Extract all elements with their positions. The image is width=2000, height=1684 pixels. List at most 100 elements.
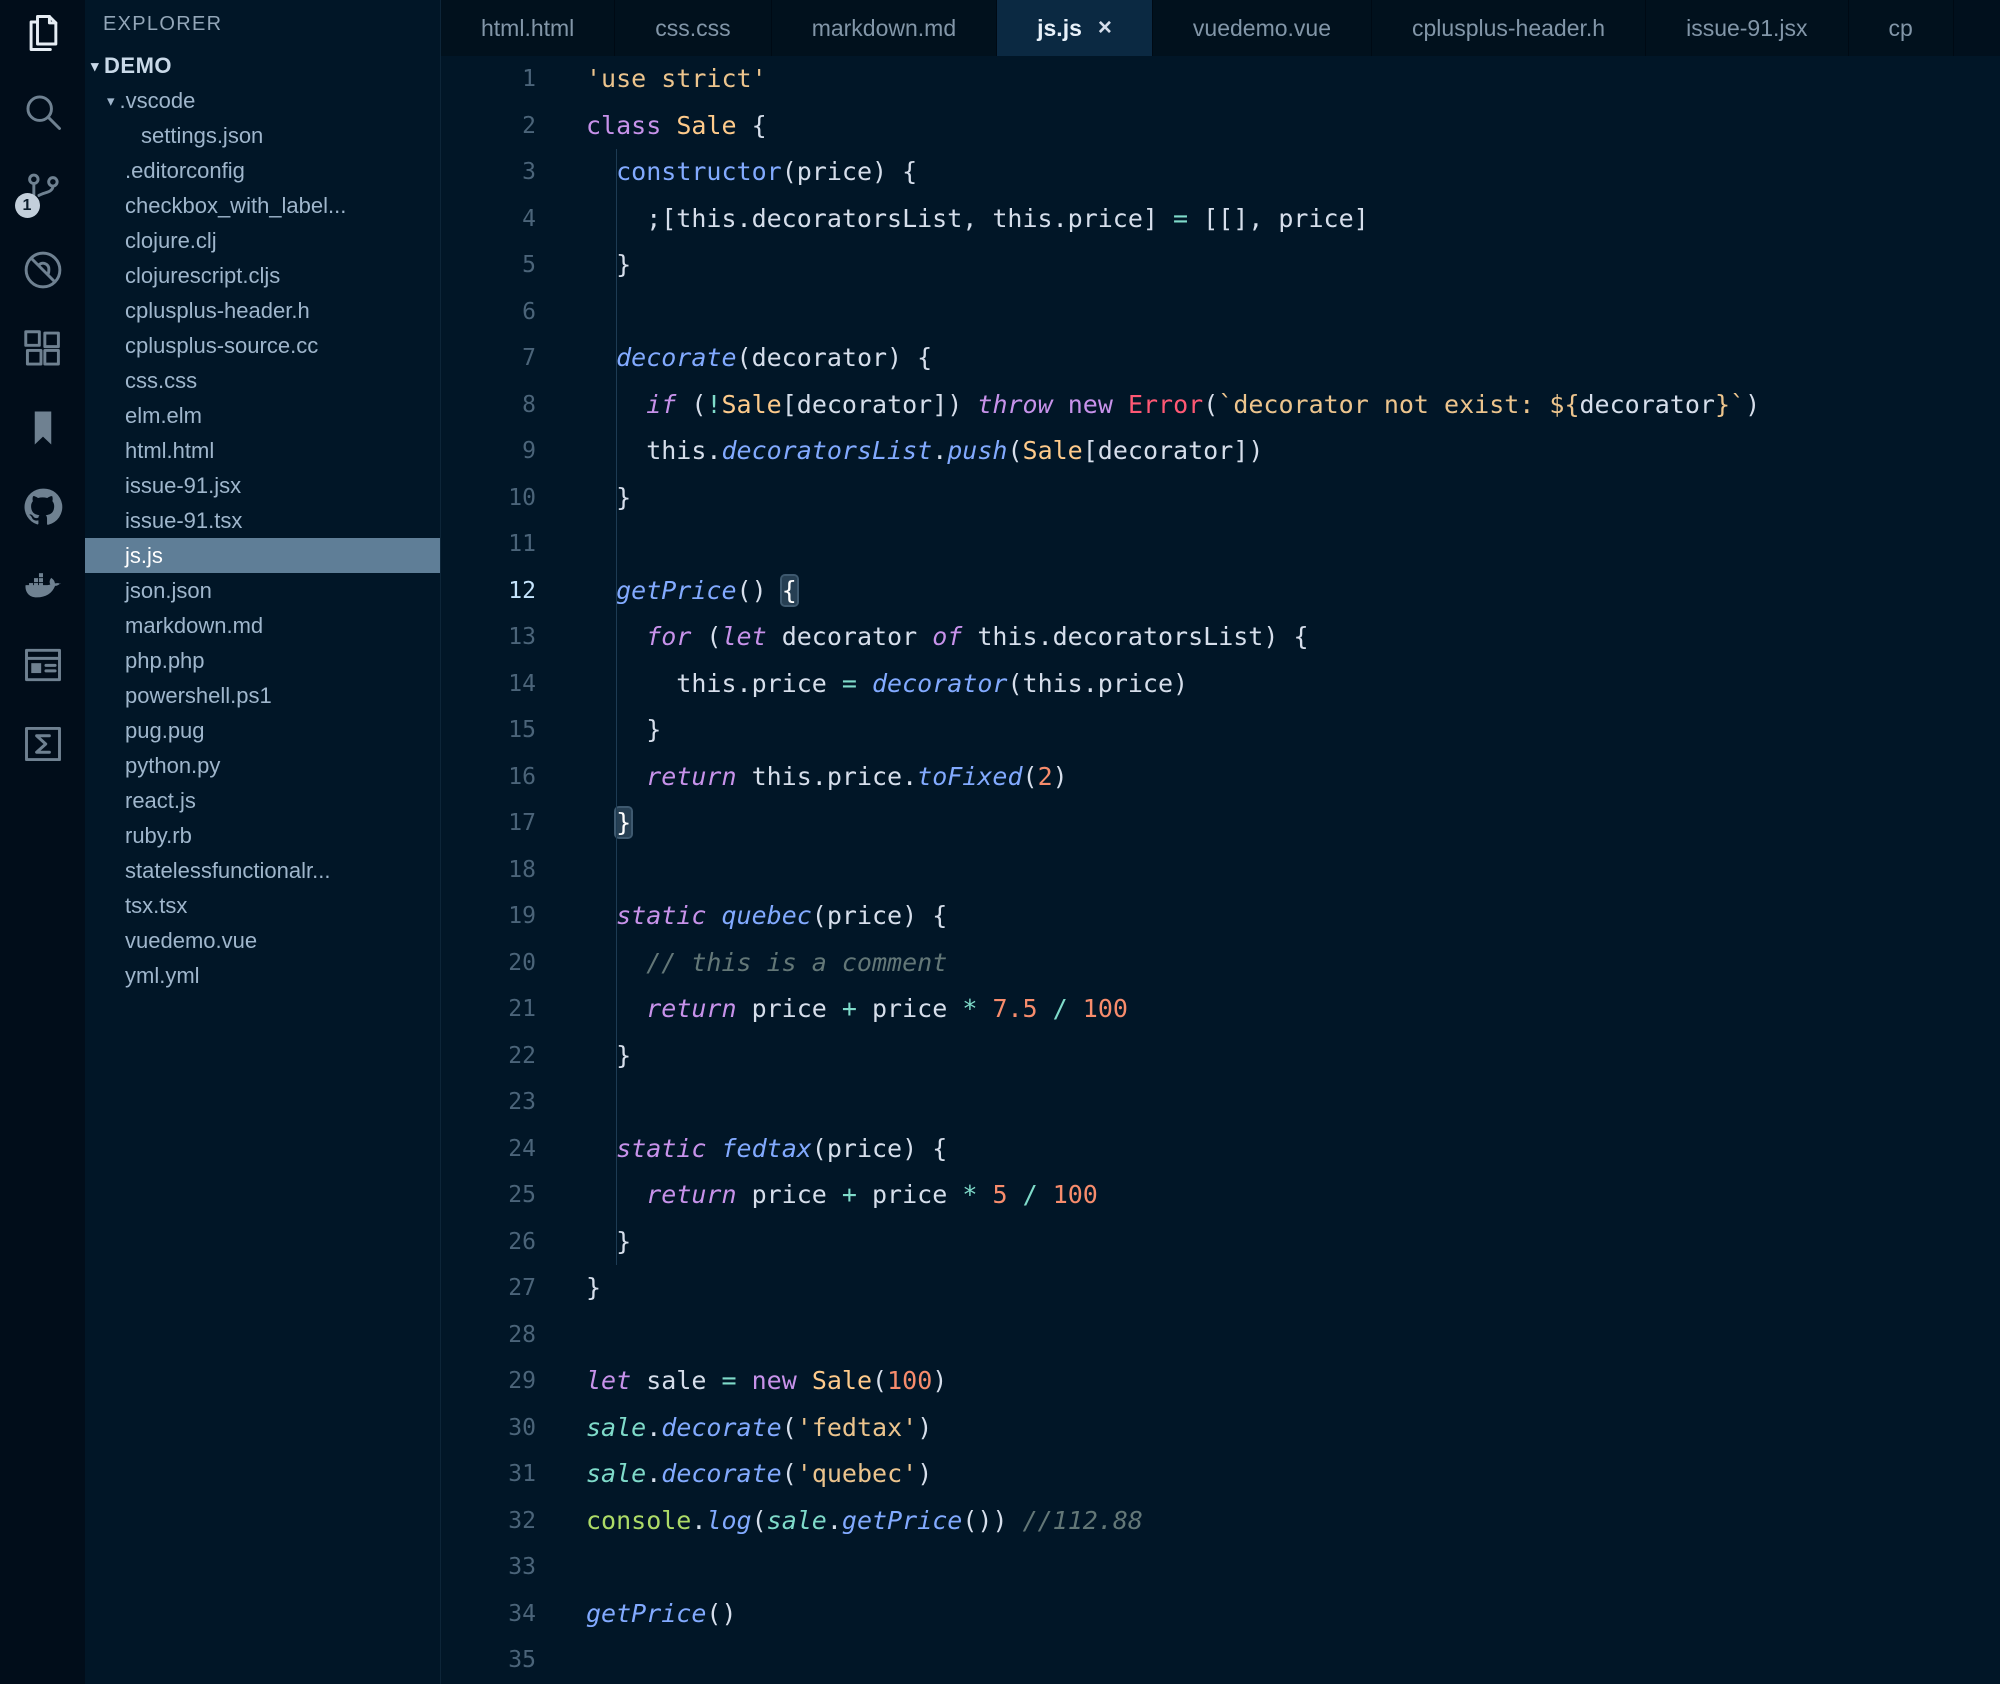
code-line-15[interactable]: 15 } — [441, 707, 2000, 754]
tree-file-statelessfunctionalr...[interactable]: statelessfunctionalr... — [85, 853, 440, 888]
tree-item-label: react.js — [125, 787, 196, 813]
indent-guide — [616, 149, 617, 1265]
code-line-23[interactable]: 23 — [441, 1079, 2000, 1126]
tree-file-ruby.rb[interactable]: ruby.rb — [85, 818, 440, 853]
code-line-24[interactable]: 24 static fedtax(price) { — [441, 1126, 2000, 1173]
code-line-2[interactable]: 2 class Sale { — [441, 103, 2000, 150]
tree-file-css.css[interactable]: css.css — [85, 363, 440, 398]
line-number: 31 — [508, 1461, 536, 1487]
tab-cp[interactable]: cp — [1848, 0, 1954, 56]
github-icon[interactable] — [20, 484, 66, 530]
code-line-4[interactable]: 4 ;[this.decoratorsList, this.price] = [… — [441, 196, 2000, 243]
tree-file-issue-91.jsx[interactable]: issue-91.jsx — [85, 468, 440, 503]
code-line-6[interactable]: 6 — [441, 289, 2000, 336]
tree-item-label: python.py — [125, 752, 221, 778]
code-line-7[interactable]: 7 decorate(decorator) { — [441, 335, 2000, 382]
code-line-content: return price + price * 5 / 100 — [646, 1180, 1098, 1209]
bookmarks-icon[interactable] — [20, 405, 66, 451]
tree-item-label: css.css — [125, 367, 198, 393]
line-number: 19 — [508, 903, 536, 929]
tab-markdown.md[interactable]: markdown.md — [771, 0, 998, 56]
code-line-28[interactable]: 28 — [441, 1312, 2000, 1359]
code-line-5[interactable]: 5 } — [441, 242, 2000, 289]
code-line-16[interactable]: 16 return this.price.toFixed(2) — [441, 754, 2000, 801]
code-line-10[interactable]: 10 } — [441, 475, 2000, 522]
tree-file-markdown.md[interactable]: markdown.md — [85, 608, 440, 643]
tree-folder-DEMO[interactable]: ▾ DEMO — [85, 48, 440, 83]
tree-file-python.py[interactable]: python.py — [85, 748, 440, 783]
code-line-22[interactable]: 22 } — [441, 1033, 2000, 1080]
tab-css.css[interactable]: css.css — [615, 0, 772, 56]
code-line-11[interactable]: 11 — [441, 521, 2000, 568]
tree-file-settings.json[interactable]: settings.json — [85, 118, 440, 153]
code-line-14[interactable]: 14 this.price = decorator(this.price) — [441, 661, 2000, 708]
tree-file-react.js[interactable]: react.js — [85, 783, 440, 818]
code-line-content: console.log(sale.getPrice()) //112.88 — [586, 1505, 1143, 1535]
tree-file-tsx.tsx[interactable]: tsx.tsx — [85, 888, 440, 923]
code-line-content: for (let decorator of this.decoratorsLis… — [646, 622, 1309, 651]
tab-label: markdown.md — [811, 14, 957, 41]
tab-vuedemo.vue[interactable]: vuedemo.vue — [1152, 0, 1372, 56]
tree-item-label: issue-91.jsx — [125, 472, 242, 498]
code-line-21[interactable]: 21 return price + price * 7.5 / 100 — [441, 986, 2000, 1033]
browser-preview-icon[interactable] — [20, 642, 66, 688]
tree-file-yml.yml[interactable]: yml.yml — [85, 958, 440, 993]
tree-item-label: .editorconfig — [125, 157, 245, 183]
code-line-26[interactable]: 26 } — [441, 1219, 2000, 1266]
tree-file-json.json[interactable]: json.json — [85, 573, 440, 608]
code-line-content — [536, 1079, 586, 1126]
tab-cplusplus-header.h[interactable]: cplusplus-header.h — [1372, 0, 1647, 56]
code-line-33[interactable]: 33 — [441, 1544, 2000, 1591]
tree-file-powershell.ps1[interactable]: powershell.ps1 — [85, 678, 440, 713]
code-line-12[interactable]: 12 getPrice() { — [441, 568, 2000, 615]
code-line-20[interactable]: 20 // this is a comment — [441, 940, 2000, 987]
code-line-27[interactable]: 27} — [441, 1265, 2000, 1312]
code-line-32[interactable]: 32 console.log(sale.getPrice()) //112.88 — [441, 1498, 2000, 1545]
tree-file-checkbox_with_label...[interactable]: checkbox_with_label... — [85, 188, 440, 223]
file-tree: ▾ DEMO ▾ .vscode settings.json .editorconfig c… — [85, 48, 440, 993]
tree-file-elm.elm[interactable]: elm.elm — [85, 398, 440, 433]
files-icon[interactable] — [20, 10, 66, 56]
debug-disabled-icon[interactable] — [20, 247, 66, 293]
code-line-9[interactable]: 9 this.decoratorsList.push(Sale[decorato… — [441, 428, 2000, 475]
code-editor[interactable]: 1 'use strict' 2 class Sale {3 constructor(… — [441, 56, 2000, 1684]
search-icon[interactable] — [20, 89, 66, 135]
tree-file-cplusplus-source.cc[interactable]: cplusplus-source.cc — [85, 328, 440, 363]
code-line-19[interactable]: 19 static quebec(price) { — [441, 893, 2000, 940]
code-line-34[interactable]: 34 getPrice() — [441, 1591, 2000, 1638]
tree-file-js.js[interactable]: js.js — [85, 538, 440, 573]
tree-file-vuedemo.vue[interactable]: vuedemo.vue — [85, 923, 440, 958]
tree-file-cplusplus-header.h[interactable]: cplusplus-header.h — [85, 293, 440, 328]
code-line-1[interactable]: 1 'use strict' — [441, 56, 2000, 103]
code-line-35[interactable]: 35 — [441, 1637, 2000, 1684]
code-line-25[interactable]: 25 return price + price * 5 / 100 — [441, 1172, 2000, 1219]
code-line-13[interactable]: 13 for (let decorator of this.decorators… — [441, 614, 2000, 661]
code-line-content — [536, 521, 586, 568]
tree-folder-.vscode[interactable]: ▾ .vscode — [85, 83, 440, 118]
tree-file-pug.pug[interactable]: pug.pug — [85, 713, 440, 748]
code-line-29[interactable]: 29 let sale = new Sale(100) — [441, 1358, 2000, 1405]
terminal-icon[interactable] — [20, 721, 66, 767]
tree-file-clojurescript.cljs[interactable]: clojurescript.cljs — [85, 258, 440, 293]
tree-file-.editorconfig[interactable]: .editorconfig — [85, 153, 440, 188]
chevron-down-icon: ▾ — [91, 57, 100, 75]
line-number: 34 — [508, 1600, 536, 1627]
tree-file-clojure.clj[interactable]: clojure.clj — [85, 223, 440, 258]
code-line-31[interactable]: 31 sale.decorate('quebec') — [441, 1451, 2000, 1498]
tree-file-html.html[interactable]: html.html — [85, 433, 440, 468]
docker-icon[interactable] — [20, 563, 66, 609]
code-line-17[interactable]: 17 } — [441, 800, 2000, 847]
code-line-30[interactable]: 30 sale.decorate('fedtax') — [441, 1405, 2000, 1452]
code-line-3[interactable]: 3 constructor(price) { — [441, 149, 2000, 196]
source-control-icon[interactable]: 1 — [14, 168, 66, 218]
tab-issue-91.jsx[interactable]: issue-91.jsx — [1646, 0, 1849, 56]
code-line-content: decorate(decorator) { — [616, 343, 933, 372]
extensions-icon[interactable] — [20, 326, 66, 372]
close-icon[interactable]: × — [1098, 14, 1112, 42]
tree-file-issue-91.tsx[interactable]: issue-91.tsx — [85, 503, 440, 538]
code-line-8[interactable]: 8 if (!Sale[decorator]) throw new Error(… — [441, 382, 2000, 429]
tab-html.html[interactable]: html.html — [441, 0, 616, 56]
code-line-18[interactable]: 18 — [441, 847, 2000, 894]
tree-file-php.php[interactable]: php.php — [85, 643, 440, 678]
tab-js.js[interactable]: js.js × — [997, 0, 1153, 56]
